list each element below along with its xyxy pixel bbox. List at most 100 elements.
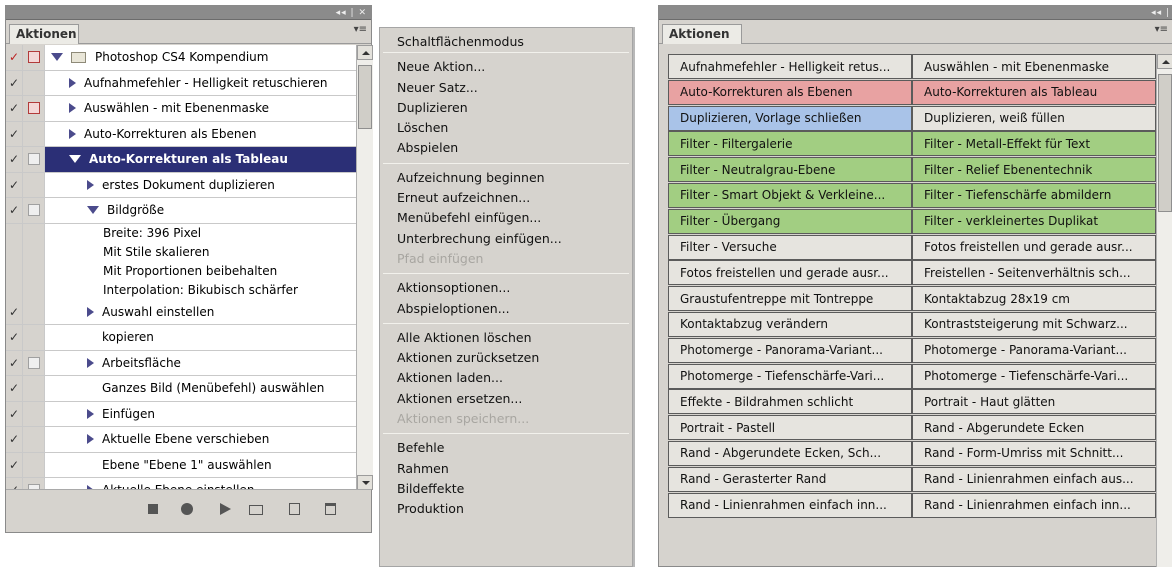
toggle-item-checkbox[interactable]: ✓ — [6, 70, 23, 95]
menu-item[interactable]: Abspieloptionen... — [380, 299, 632, 319]
record-icon[interactable] — [181, 503, 193, 515]
toggle-item-checkbox[interactable]: ✓ — [6, 96, 23, 121]
action-button[interactable]: Effekte - Bildrahmen schlicht — [668, 389, 912, 415]
new-action-icon[interactable] — [289, 503, 300, 515]
menu-item[interactable]: Abspielen — [380, 138, 632, 158]
scrollbar-thumb[interactable] — [358, 65, 372, 129]
toggle-dialog-icon[interactable] — [23, 172, 45, 197]
menu-item[interactable]: Bildeffekte — [380, 479, 632, 499]
collapse-triangle-icon[interactable] — [51, 53, 63, 62]
collapse-triangle-icon[interactable] — [69, 155, 81, 164]
expand-triangle-icon[interactable] — [87, 357, 94, 368]
expand-triangle-icon[interactable] — [87, 179, 94, 190]
action-button[interactable]: Freistellen - Seitenverhältnis sch... — [912, 260, 1156, 286]
toggle-item-checkbox[interactable]: ✓ — [6, 401, 23, 426]
action-button[interactable]: Rand - Linienrahmen einfach inn... — [912, 492, 1156, 518]
action-button[interactable]: Photomerge - Panorama-Variant... — [668, 337, 912, 363]
menu-item[interactable]: Löschen — [380, 118, 632, 138]
expand-triangle-icon[interactable] — [69, 103, 76, 114]
action-button[interactable]: Auswählen - mit Ebenenmaske — [912, 54, 1156, 79]
step-row[interactable]: ✓ Ebene "Ebene 1" auswählen — [6, 452, 356, 478]
panel-window-controls[interactable]: ◂◂ | — [1151, 6, 1170, 20]
action-button[interactable]: Auto-Korrekturen als Tableau — [912, 79, 1156, 105]
action-button[interactable]: Graustufentreppe mit Tontreppe — [668, 286, 912, 312]
toggle-dialog-icon[interactable] — [23, 401, 45, 426]
action-row[interactable]: ✓ Auto-Korrekturen als Tableau — [6, 147, 356, 173]
action-button[interactable]: Filter - Filtergalerie — [668, 131, 912, 157]
action-button[interactable]: Kontaktabzug 28x19 cm — [912, 286, 1156, 312]
scroll-down-icon[interactable] — [357, 475, 373, 490]
action-set-row[interactable]: ✓ Photoshop CS4 Kompendium — [6, 45, 356, 71]
toggle-item-checkbox[interactable]: ✓ — [6, 172, 23, 197]
action-button[interactable]: Filter - Metall-Effekt für Text — [912, 131, 1156, 157]
action-button[interactable]: Fotos freistellen und gerade ausr... — [668, 260, 912, 286]
scroll-up-icon[interactable] — [357, 45, 373, 60]
menu-item[interactable]: Rahmen — [380, 459, 632, 479]
step-row[interactable]: ✓ erstes Dokument duplizieren — [6, 172, 356, 198]
action-button[interactable]: Rand - Linienrahmen einfach aus... — [912, 466, 1156, 492]
menu-item[interactable]: Befehle — [380, 438, 632, 458]
action-button[interactable]: Filter - Tiefenschärfe abmildern — [912, 182, 1156, 208]
menu-item[interactable]: Unterbrechung einfügen... — [380, 229, 632, 249]
menu-item[interactable]: Aktionen ersetzen... — [380, 389, 632, 409]
toggle-item-checkbox[interactable]: ✓ — [6, 325, 23, 350]
toggle-dialog-icon[interactable] — [23, 299, 45, 324]
step-row[interactable]: ✓ Arbeitsfläche — [6, 350, 356, 376]
menu-item[interactable]: Aufzeichnung beginnen — [380, 168, 632, 188]
toggle-item-checkbox[interactable]: ✓ — [6, 299, 23, 324]
action-button[interactable]: Filter - Versuche — [668, 234, 912, 260]
stop-icon[interactable] — [148, 504, 158, 514]
action-button[interactable]: Rand - Linienrahmen einfach inn... — [668, 492, 912, 518]
scroll-up-icon[interactable] — [1157, 54, 1172, 69]
action-row[interactable]: ✓ Auto-Korrekturen als Ebenen — [6, 121, 356, 147]
menu-item[interactable]: Neue Aktion... — [380, 57, 632, 77]
step-row[interactable]: ✓ Einfügen — [6, 401, 356, 427]
menu-item[interactable]: Erneut aufzeichnen... — [380, 188, 632, 208]
actions-list-scrollbar[interactable] — [356, 45, 373, 490]
panel-menu-icon[interactable]: ▾≡ — [1155, 24, 1168, 35]
expand-triangle-icon[interactable] — [87, 408, 94, 419]
expand-triangle-icon[interactable] — [87, 434, 94, 445]
play-icon[interactable] — [220, 503, 231, 515]
collapse-triangle-icon[interactable] — [87, 206, 99, 215]
toggle-dialog-icon[interactable] — [23, 198, 45, 223]
new-set-icon[interactable] — [249, 505, 263, 515]
expand-triangle-icon[interactable] — [69, 77, 76, 88]
action-row[interactable]: ✓ Auswählen - mit Ebenenmaske — [6, 96, 356, 122]
action-button[interactable]: Filter - Übergang — [668, 208, 912, 234]
toggle-dialog-icon[interactable] — [23, 452, 45, 477]
toggle-item-checkbox[interactable]: ✓ — [6, 350, 23, 375]
toggle-dialog-icon[interactable] — [23, 325, 45, 350]
action-button[interactable]: Filter - Relief Ebenentechnik — [912, 157, 1156, 183]
toggle-dialog-icon[interactable] — [23, 147, 45, 172]
action-button[interactable]: Filter - verkleinertes Duplikat — [912, 208, 1156, 234]
menu-item[interactable]: Aktionsoptionen... — [380, 278, 632, 298]
action-button[interactable]: Photomerge - Panorama-Variant... — [912, 337, 1156, 363]
menu-item[interactable]: Neuer Satz... — [380, 78, 632, 98]
action-button[interactable]: Rand - Gerasterter Rand — [668, 466, 912, 492]
action-button[interactable]: Fotos freistellen und gerade ausr... — [912, 234, 1156, 260]
tab-actions[interactable]: Aktionen — [9, 24, 79, 44]
action-button[interactable]: Aufnahmefehler - Helligkeit retus... — [668, 54, 912, 79]
toggle-dialog-icon[interactable] — [23, 350, 45, 375]
menu-item[interactable]: Schaltflächenmodus — [380, 28, 632, 49]
step-row[interactable]: ✓ Aktuelle Ebene verschieben — [6, 427, 356, 453]
action-button[interactable]: Rand - Abgerundete Ecken — [912, 415, 1156, 441]
expand-triangle-icon[interactable] — [87, 306, 94, 317]
step-row[interactable]: ✓ kopieren — [6, 325, 356, 351]
toggle-dialog-icon[interactable] — [23, 427, 45, 452]
action-button[interactable]: Duplizieren, Vorlage schließen — [668, 105, 912, 131]
action-button[interactable]: Rand - Form-Umriss mit Schnitt... — [912, 440, 1156, 466]
toggle-dialog-icon[interactable] — [23, 96, 45, 121]
trash-icon[interactable] — [325, 503, 336, 515]
action-button[interactable]: Portrait - Haut glätten — [912, 389, 1156, 415]
toggle-item-checkbox[interactable]: ✓ — [6, 427, 23, 452]
step-row[interactable]: ✓ Auswahl einstellen — [6, 299, 356, 325]
tab-actions[interactable]: Aktionen — [662, 24, 742, 44]
step-row[interactable]: ✓ Ganzes Bild (Menübefehl) auswählen — [6, 376, 356, 402]
action-row[interactable]: ✓ Aufnahmefehler - Helligkeit retuschiere… — [6, 70, 356, 96]
menu-item[interactable]: Menübefehl einfügen... — [380, 208, 632, 228]
toggle-dialog-icon[interactable] — [23, 45, 45, 70]
toggle-item-checkbox[interactable]: ✓ — [6, 452, 23, 477]
menu-item[interactable]: Aktionen zurücksetzen — [380, 348, 632, 368]
